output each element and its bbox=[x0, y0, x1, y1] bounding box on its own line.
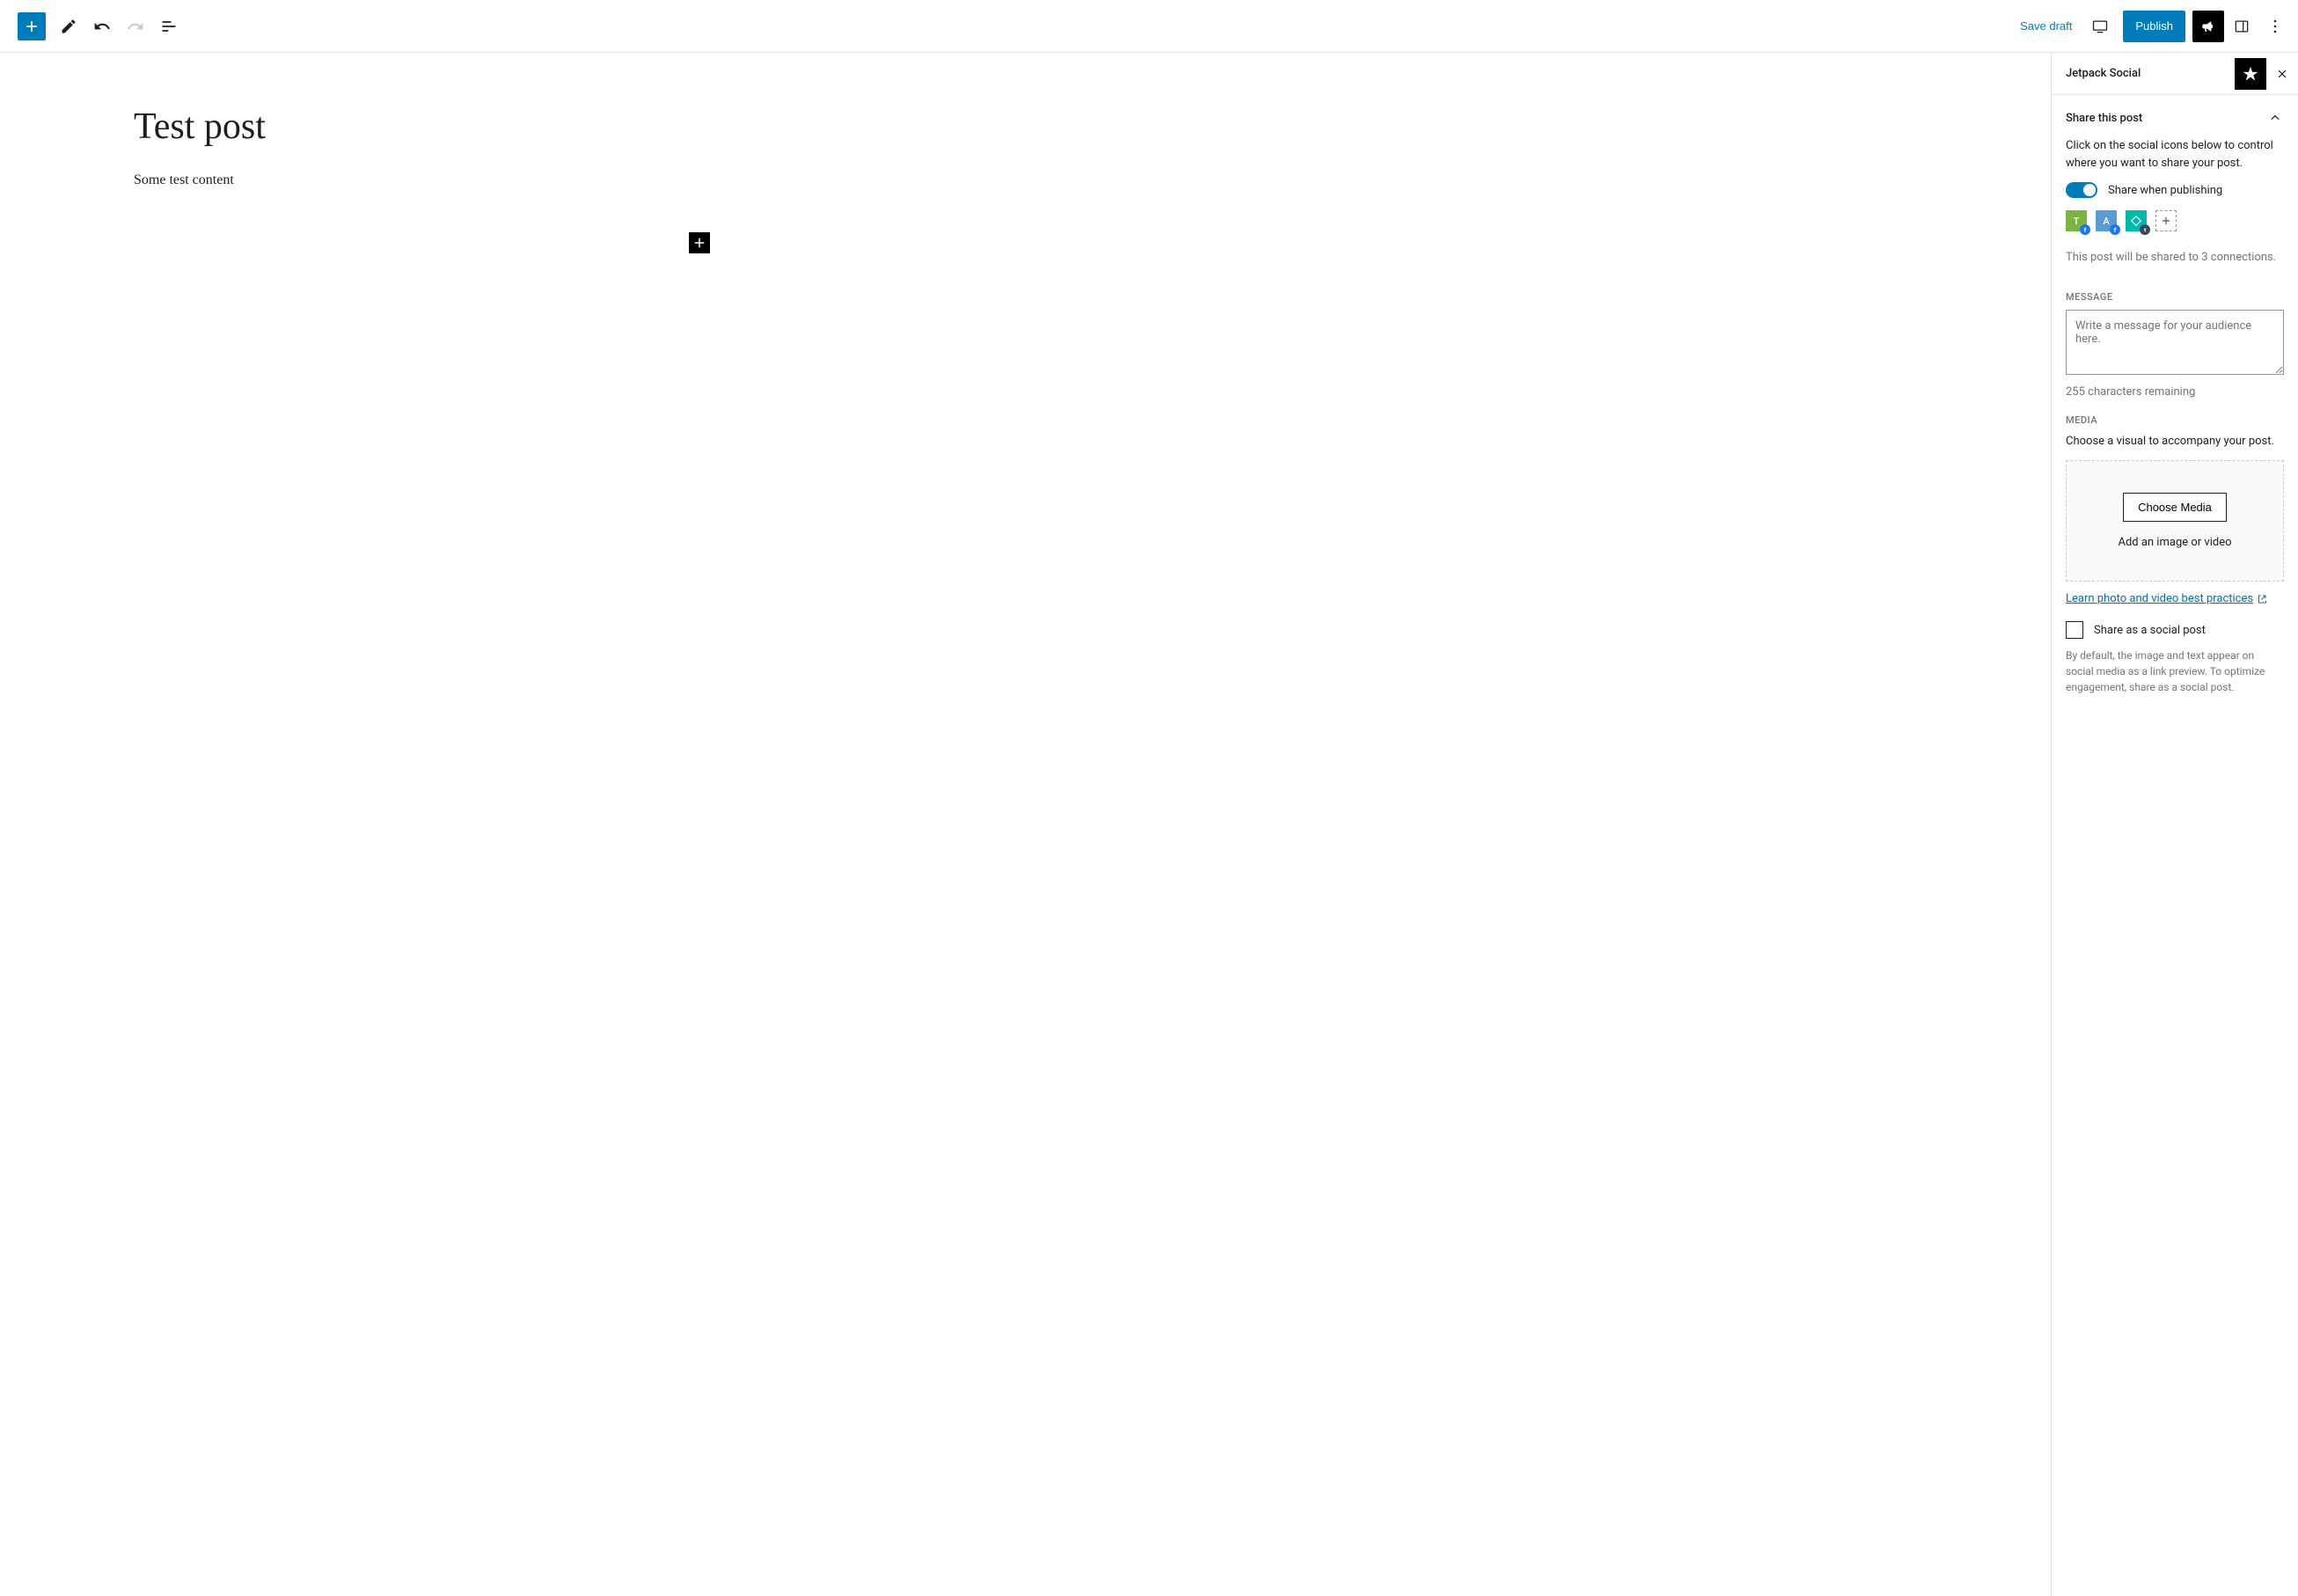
toolbar-left bbox=[7, 11, 185, 42]
share-toggle-row: Share when publishing bbox=[2066, 182, 2284, 198]
share-as-social-post-checkbox[interactable] bbox=[2066, 621, 2083, 639]
preview-button[interactable] bbox=[2084, 11, 2116, 42]
share-panel: Share this post Click on the social icon… bbox=[2052, 95, 2298, 709]
chevron-up-icon bbox=[2266, 109, 2284, 127]
sidebar-header: Jetpack Social bbox=[2052, 53, 2298, 95]
share-description: Click on the social icons below to contr… bbox=[2066, 137, 2284, 172]
desktop-icon bbox=[2091, 18, 2109, 35]
sidebar-title: Jetpack Social bbox=[2066, 67, 2141, 80]
options-button[interactable] bbox=[2259, 11, 2291, 42]
plus-icon bbox=[692, 235, 707, 251]
media-description: Choose a visual to accompany your post. bbox=[2066, 433, 2284, 450]
pencil-icon bbox=[60, 18, 77, 35]
social-post-checkbox-label: Share as a social post bbox=[2094, 624, 2206, 637]
share-panel-title: Share this post bbox=[2066, 112, 2142, 125]
list-icon bbox=[160, 18, 178, 35]
add-social-connection-button[interactable] bbox=[2155, 210, 2177, 231]
settings-sidebar-button[interactable] bbox=[2226, 11, 2258, 42]
share-toggle-label: Share when publishing bbox=[2108, 184, 2222, 197]
plus-icon bbox=[23, 18, 40, 35]
media-dropzone[interactable]: Choose Media Add an image or video bbox=[2066, 460, 2284, 582]
social-post-description: By default, the image and text appear on… bbox=[2066, 648, 2284, 695]
add-block-inline-button[interactable] bbox=[689, 232, 710, 253]
add-block-toolbar-button[interactable] bbox=[18, 12, 46, 40]
megaphone-icon bbox=[2199, 18, 2217, 35]
share-when-publishing-toggle[interactable] bbox=[2066, 182, 2097, 198]
external-link-icon bbox=[2257, 594, 2267, 604]
undo-button[interactable] bbox=[86, 11, 118, 42]
sidebar-header-actions bbox=[2235, 58, 2298, 90]
post-title[interactable]: Test post bbox=[134, 106, 714, 148]
plus-icon bbox=[2160, 215, 2172, 227]
editor-canvas[interactable]: Test post Some test content bbox=[0, 53, 2051, 1596]
publish-button[interactable]: Publish bbox=[2123, 11, 2185, 42]
toolbar-right: Save draft Publish bbox=[2009, 11, 2291, 42]
connections-count-text: This post will be shared to 3 connection… bbox=[2066, 249, 2284, 267]
document-overview-button[interactable] bbox=[153, 11, 185, 42]
facebook-badge-icon bbox=[2110, 224, 2120, 235]
jetpack-social-sidebar: Jetpack Social Share this post Click on … bbox=[2051, 53, 2298, 1596]
choose-media-button[interactable]: Choose Media bbox=[2123, 493, 2227, 522]
redo-button[interactable] bbox=[120, 11, 151, 42]
main-layout: Test post Some test content Jetpack Soci… bbox=[0, 53, 2298, 1596]
facebook-badge-icon bbox=[2080, 224, 2090, 235]
more-vertical-icon bbox=[2266, 18, 2284, 35]
editor-content: Test post Some test content bbox=[134, 106, 714, 188]
social-connections-list: T A bbox=[2066, 210, 2284, 231]
jetpack-button[interactable] bbox=[2192, 11, 2224, 42]
learn-best-practices-link[interactable]: Learn photo and video best practices bbox=[2066, 592, 2267, 605]
tools-button[interactable] bbox=[53, 11, 84, 42]
char-remaining: 255 characters remaining bbox=[2066, 385, 2284, 399]
editor-toolbar: Save draft Publish bbox=[0, 0, 2298, 53]
social-connection-3[interactable] bbox=[2126, 210, 2147, 231]
redo-icon bbox=[127, 18, 144, 35]
star-button[interactable] bbox=[2235, 58, 2266, 90]
share-panel-header[interactable]: Share this post bbox=[2066, 109, 2284, 127]
message-label: MESSAGE bbox=[2066, 291, 2284, 303]
undo-icon bbox=[93, 18, 111, 35]
social-letter: T bbox=[2074, 216, 2080, 227]
learn-link-text: Learn photo and video best practices bbox=[2066, 592, 2253, 605]
close-sidebar-button[interactable] bbox=[2266, 58, 2298, 90]
close-icon bbox=[2275, 67, 2289, 81]
tumblr-badge-icon bbox=[2140, 224, 2150, 235]
social-connection-2[interactable]: A bbox=[2096, 210, 2117, 231]
message-textarea[interactable] bbox=[2066, 310, 2284, 375]
save-draft-button[interactable]: Save draft bbox=[2009, 11, 2082, 42]
media-label: MEDIA bbox=[2066, 414, 2284, 426]
sidebar-icon bbox=[2233, 18, 2250, 35]
social-post-checkbox-row: Share as a social post bbox=[2066, 621, 2284, 639]
post-body[interactable]: Some test content bbox=[134, 172, 714, 188]
social-connection-1[interactable]: T bbox=[2066, 210, 2087, 231]
star-icon bbox=[2242, 65, 2259, 83]
media-hint: Add an image or video bbox=[2081, 536, 2269, 549]
social-letter: A bbox=[2103, 216, 2109, 227]
